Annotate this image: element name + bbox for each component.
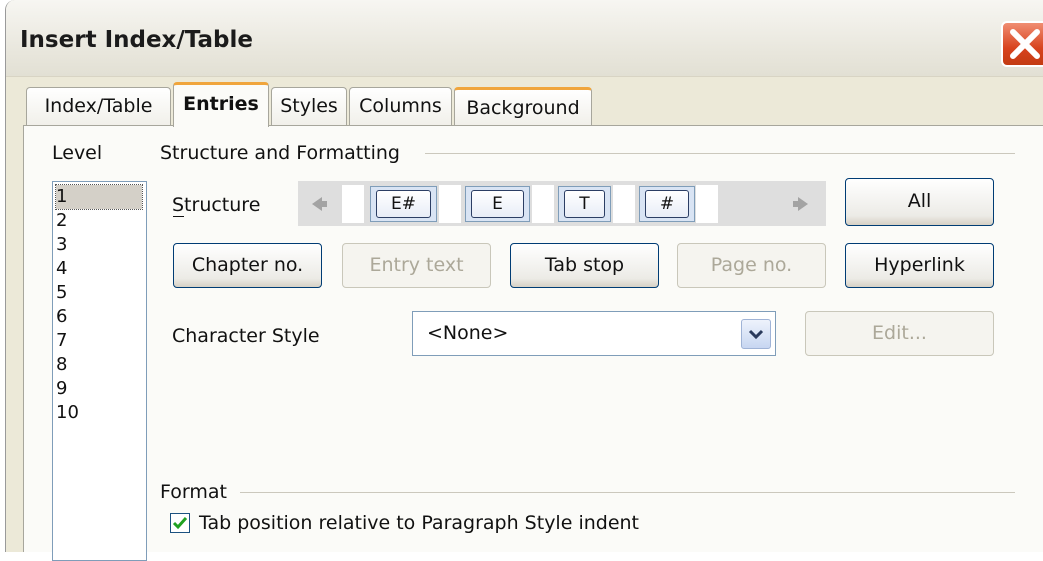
tab-styles[interactable]: Styles	[271, 87, 347, 125]
token-tab-stop[interactable]: T	[564, 190, 605, 218]
level-item-2[interactable]: 2	[56, 209, 142, 233]
scroll-left-button[interactable]	[302, 189, 332, 219]
group-divider	[425, 153, 1015, 154]
tab-background[interactable]: Background	[454, 87, 592, 125]
close-button[interactable]	[1001, 21, 1043, 67]
chapter-no-button[interactable]: Chapter no.	[173, 243, 322, 288]
token-page-number[interactable]: #	[645, 190, 689, 218]
close-icon	[1010, 29, 1040, 59]
hyperlink-button[interactable]: Hyperlink	[845, 243, 994, 288]
page-no-button[interactable]: Page no.	[677, 243, 826, 288]
character-style-dropdown-button[interactable]	[741, 319, 771, 349]
mnemonic-underline	[173, 216, 184, 217]
chevron-down-icon	[748, 329, 764, 340]
level-item-10[interactable]: 10	[56, 401, 142, 425]
level-item-4[interactable]: 4	[56, 257, 142, 281]
level-item-6[interactable]: 6	[56, 305, 142, 329]
character-style-select[interactable]: <None>	[412, 311, 776, 356]
character-style-label: Character Style	[172, 325, 320, 347]
entry-text-button[interactable]: Entry text	[342, 243, 491, 288]
structure-bar[interactable]: E# E T #	[298, 181, 826, 226]
edit-button[interactable]: Edit...	[805, 311, 994, 356]
token-entry-text[interactable]: E	[471, 190, 524, 218]
structure-slot[interactable]	[342, 185, 364, 223]
level-header: Level	[52, 142, 103, 164]
tab-columns[interactable]: Columns	[349, 87, 452, 125]
level-item-9[interactable]: 9	[56, 377, 142, 401]
tab-entries[interactable]: Entries	[173, 82, 269, 127]
arrow-right-icon	[793, 197, 808, 211]
level-list[interactable]: 1 2 3 4 5 6 7 8 9 10	[52, 181, 147, 561]
scroll-right-button[interactable]	[788, 189, 818, 219]
format-group-title: Format	[160, 481, 227, 503]
checkmark-icon	[172, 517, 188, 530]
tab-position-label[interactable]: Tab position relative to Paragraph Style…	[199, 512, 639, 534]
structure-slot[interactable]	[613, 185, 635, 223]
level-item-1[interactable]: 1	[55, 184, 143, 210]
structure-slot[interactable]	[696, 185, 718, 223]
character-style-value: <None>	[427, 322, 509, 344]
tab-index-table[interactable]: Index/Table	[26, 87, 171, 125]
arrow-left-icon	[312, 197, 327, 211]
group-divider	[240, 492, 1015, 493]
level-item-5[interactable]: 5	[56, 281, 142, 305]
tab-position-checkbox[interactable]	[170, 513, 190, 533]
structure-formatting-group-title: Structure and Formatting	[160, 142, 400, 164]
all-button[interactable]: All	[845, 178, 994, 226]
dialog-title: Insert Index/Table	[20, 27, 253, 53]
structure-slot[interactable]	[439, 185, 461, 223]
level-item-7[interactable]: 7	[56, 329, 142, 353]
title-bar[interactable]: Insert Index/Table	[6, 0, 1043, 77]
token-chapter-number[interactable]: E#	[376, 190, 431, 218]
level-item-8[interactable]: 8	[56, 353, 142, 377]
level-item-3[interactable]: 3	[56, 233, 142, 257]
structure-label: Structure	[172, 194, 261, 216]
structure-slot[interactable]	[532, 185, 554, 223]
tab-stop-button[interactable]: Tab stop	[510, 243, 659, 288]
